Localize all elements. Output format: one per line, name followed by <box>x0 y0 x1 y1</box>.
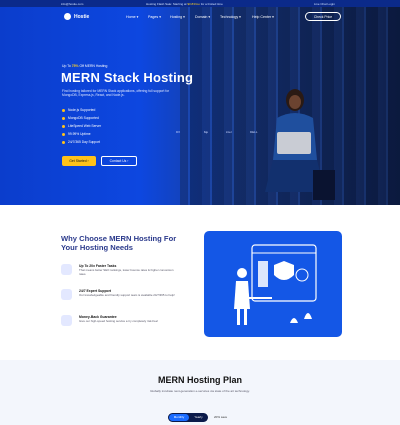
feature-item: MongoDB Supported <box>62 116 99 120</box>
money-back-icon <box>61 315 72 326</box>
nav-domain[interactable]: Domain ▾ <box>195 15 210 19</box>
nav-pages[interactable]: Pages ▾ <box>148 15 161 19</box>
feature-item: LiteSpeed Web Server <box>62 124 101 128</box>
save-badge: 20% save <box>214 415 228 419</box>
hero-description: Find hosting tailored for MERN Stack app… <box>62 89 170 98</box>
hero-badge: Up To 75% Off MERN Hosting <box>62 64 108 68</box>
plan-section: MERN Hosting Plan Globally incubate next… <box>0 360 400 425</box>
speed-icon <box>61 264 72 275</box>
billing-toggle[interactable]: Monthly Yearly <box>168 413 208 422</box>
top-bar: info@hostie.com Hosting Flash Sale: Star… <box>0 0 400 7</box>
feature-item: Node.js Supported <box>62 108 95 112</box>
brand-logo: hp <box>204 130 208 134</box>
support-icon <box>61 289 72 300</box>
live-chat-link[interactable]: Live Chat <box>314 2 327 6</box>
logo-text[interactable]: Hostie <box>74 14 89 20</box>
brand-logo: intel <box>226 130 232 134</box>
why-item-desc: Our knowledgeable and friendly support t… <box>79 293 175 297</box>
contact-us-button[interactable]: Contact Us › <box>101 156 137 166</box>
hero-title: MERN Stack Hosting <box>61 70 194 85</box>
main-nav: Hostie Home ▾ Pages ▾ Hosting ▾ Domain ▾… <box>0 7 400 27</box>
toggle-yearly[interactable]: Yearly <box>190 414 207 421</box>
logo-icon[interactable] <box>64 13 71 20</box>
why-item-desc: That means better SEO rankings, lower bo… <box>79 268 174 276</box>
hero-section <box>0 7 400 205</box>
security-illustration <box>204 231 342 337</box>
nav-help-center[interactable]: Help Center ▾ <box>252 15 274 19</box>
top-email[interactable]: info@hostie.com <box>61 2 83 6</box>
why-heading: Why Choose MERN Hosting For Your Hosting… <box>61 234 177 252</box>
brand-logo: DX <box>176 130 181 134</box>
bullet-icon <box>62 116 65 120</box>
plan-description: Globally incubate next-generation e-serv… <box>150 389 250 393</box>
toggle-monthly[interactable]: Monthly <box>169 414 189 421</box>
top-links: Live Chat Login <box>314 2 335 6</box>
feature-item: 24/7/365 Day Support <box>62 140 100 144</box>
bullet-icon <box>62 140 65 144</box>
why-item-desc: Give our high-speed hosting service a tr… <box>79 319 159 323</box>
check-price-button[interactable]: Check Price <box>305 12 341 21</box>
feature-item: 99.99% Uptime <box>62 132 91 136</box>
bullet-icon <box>62 108 65 112</box>
security-shield-icon <box>234 244 317 325</box>
get-started-button[interactable]: Get Started › <box>62 156 96 166</box>
bullet-icon <box>62 132 65 136</box>
plan-heading: MERN Hosting Plan <box>157 375 242 385</box>
nav-hosting[interactable]: Hosting ▾ <box>170 15 185 19</box>
top-promo: Hosting Flash Sale: Starting at $0.83/mo… <box>146 1 223 6</box>
hero-person-image <box>265 89 335 200</box>
nav-technology[interactable]: Technology ▾ <box>220 15 241 19</box>
login-link[interactable]: Login <box>328 2 335 6</box>
nav-home[interactable]: Home ▾ <box>126 15 138 19</box>
bullet-icon <box>62 124 65 128</box>
